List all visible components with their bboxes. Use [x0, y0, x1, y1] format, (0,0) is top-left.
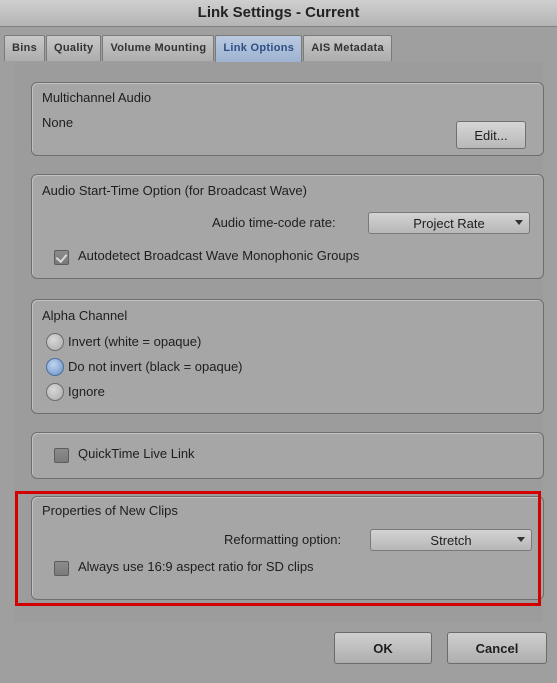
- tab-link-options[interactable]: Link Options: [215, 35, 303, 63]
- audio-timecode-rate-value: Project Rate: [413, 216, 485, 231]
- cancel-button[interactable]: Cancel: [447, 632, 547, 664]
- tab-bins[interactable]: Bins: [4, 35, 46, 61]
- alpha-channel-group: Alpha Channel Invert (white = opaque) Do…: [31, 299, 544, 414]
- autodetect-checkbox[interactable]: [54, 250, 69, 265]
- ok-button[interactable]: OK: [334, 632, 432, 664]
- tab-bar: Bins Quality Volume Mounting Link Option…: [4, 35, 393, 63]
- radio-do-not-invert[interactable]: [46, 358, 64, 376]
- multichannel-audio-value: None: [42, 115, 74, 130]
- alpha-channel-title: Alpha Channel: [42, 308, 128, 323]
- audio-timecode-rate-label: Audio time-code rate:: [212, 215, 336, 230]
- window-title: Link Settings - Current: [0, 0, 557, 27]
- edit-button[interactable]: Edit...: [456, 121, 526, 149]
- quicktime-live-link-label: QuickTime Live Link: [78, 446, 195, 461]
- chevron-down-icon: [515, 220, 523, 225]
- link-settings-window: Link Settings - Current Bins Quality Vol…: [0, 0, 557, 683]
- radio-ignore[interactable]: [46, 383, 64, 401]
- tab-ais-metadata[interactable]: AIS Metadata: [303, 35, 392, 61]
- multichannel-audio-title: Multichannel Audio: [42, 90, 152, 105]
- tab-quality[interactable]: Quality: [46, 35, 102, 61]
- quicktime-live-link-checkbox[interactable]: [54, 448, 69, 463]
- radio-invert-label: Invert (white = opaque): [68, 334, 202, 349]
- audio-start-time-title: Audio Start-Time Option (for Broadcast W…: [42, 183, 307, 198]
- autodetect-label: Autodetect Broadcast Wave Monophonic Gro…: [78, 248, 360, 263]
- radio-do-not-invert-label: Do not invert (black = opaque): [68, 359, 243, 374]
- quicktime-group: QuickTime Live Link: [31, 432, 544, 479]
- radio-invert[interactable]: [46, 333, 64, 351]
- radio-ignore-label: Ignore: [68, 384, 105, 399]
- audio-start-time-group: Audio Start-Time Option (for Broadcast W…: [31, 174, 544, 279]
- highlight-box: [15, 491, 541, 606]
- tab-volume-mounting[interactable]: Volume Mounting: [102, 35, 215, 61]
- multichannel-audio-group: Multichannel Audio None Edit...: [31, 82, 544, 156]
- audio-timecode-rate-dropdown[interactable]: Project Rate: [368, 212, 530, 234]
